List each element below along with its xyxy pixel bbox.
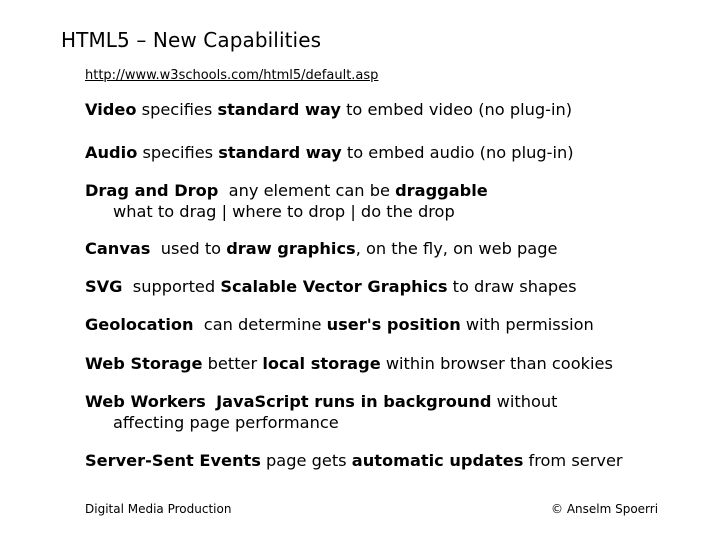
item-text: to draw shapes [447,277,577,296]
item-keyword: Audio [85,143,138,162]
item-line: SVG supported Scalable Vector Graphics t… [85,277,577,296]
item-line: Canvas used to draw graphics, on the fly… [85,239,557,258]
item-keyword: Server-Sent Events [85,451,261,470]
item-geolocation: Geolocation can determine user's positio… [85,314,594,335]
item-text: within browser than cookies [380,354,613,373]
item-text: used to [150,239,227,258]
item-svg: SVG supported Scalable Vector Graphics t… [85,276,577,297]
w3schools-link[interactable]: http://www.w3schools.com/html5/default.a… [85,68,378,83]
item-keyword: JavaScript runs in background [216,392,492,411]
item-subline: what to drag | where to drop | do the dr… [113,202,455,221]
item-audio: Audio specifies standard way to embed au… [85,142,574,163]
item-text: , on the fly, on web page [355,239,558,258]
item-keyword: Web Workers [85,392,206,411]
footer-copyright: © Anselm Spoerri [551,502,659,516]
item-keyword: standard way [218,143,342,162]
item-text [206,392,216,411]
item-line: Video specifies standard way to embed vi… [85,100,572,119]
item-text: specifies [136,100,218,119]
item-drag-and-drop: Drag and Drop any element can be draggab… [85,180,488,222]
item-text: to embed audio (no plug-in) [341,143,574,162]
item-line: Server-Sent Events page gets automatic u… [85,451,623,470]
item-text: without [491,392,558,411]
item-web-storage: Web Storage better local storage within … [85,353,613,374]
item-text: from server [523,451,623,470]
item-line: Web Storage better local storage within … [85,354,613,373]
item-web-workers: Web Workers JavaScript runs in backgroun… [85,391,557,433]
item-line: Drag and Drop any element can be draggab… [85,181,488,200]
item-server-sent-events: Server-Sent Events page gets automatic u… [85,450,623,471]
item-keyword: local storage [262,354,381,373]
item-keyword: Drag and Drop [85,181,219,200]
item-canvas: Canvas used to draw graphics, on the fly… [85,238,557,259]
item-keyword: Scalable Vector Graphics [220,277,448,296]
item-keyword: Canvas [85,239,151,258]
item-keyword: Web Storage [85,354,203,373]
item-keyword: draw graphics [226,239,356,258]
item-text: page gets [260,451,352,470]
item-line: Web Workers JavaScript runs in backgroun… [85,392,557,411]
item-keyword: automatic updates [351,451,524,470]
item-keyword: standard way [217,100,341,119]
item-text: supported [122,277,221,296]
item-text: with permission [460,315,594,334]
item-text: specifies [137,143,219,162]
item-line: Audio specifies standard way to embed au… [85,143,574,162]
item-text: better [202,354,263,373]
footer-course-name: Digital Media Production [85,502,232,516]
slide-title: HTML5 – New Capabilities [61,28,322,52]
item-video: Video specifies standard way to embed vi… [85,99,572,120]
item-keyword: Geolocation [85,315,194,334]
item-text: any element can be [218,181,396,200]
item-subline: affecting page performance [113,413,339,432]
item-text: to embed video (no plug-in) [340,100,573,119]
item-keyword: SVG [85,277,123,296]
item-keyword: user's position [326,315,461,334]
item-keyword: Video [85,100,137,119]
item-text: can determine [193,315,327,334]
item-line: Geolocation can determine user's positio… [85,315,594,334]
item-keyword: draggable [395,181,488,200]
